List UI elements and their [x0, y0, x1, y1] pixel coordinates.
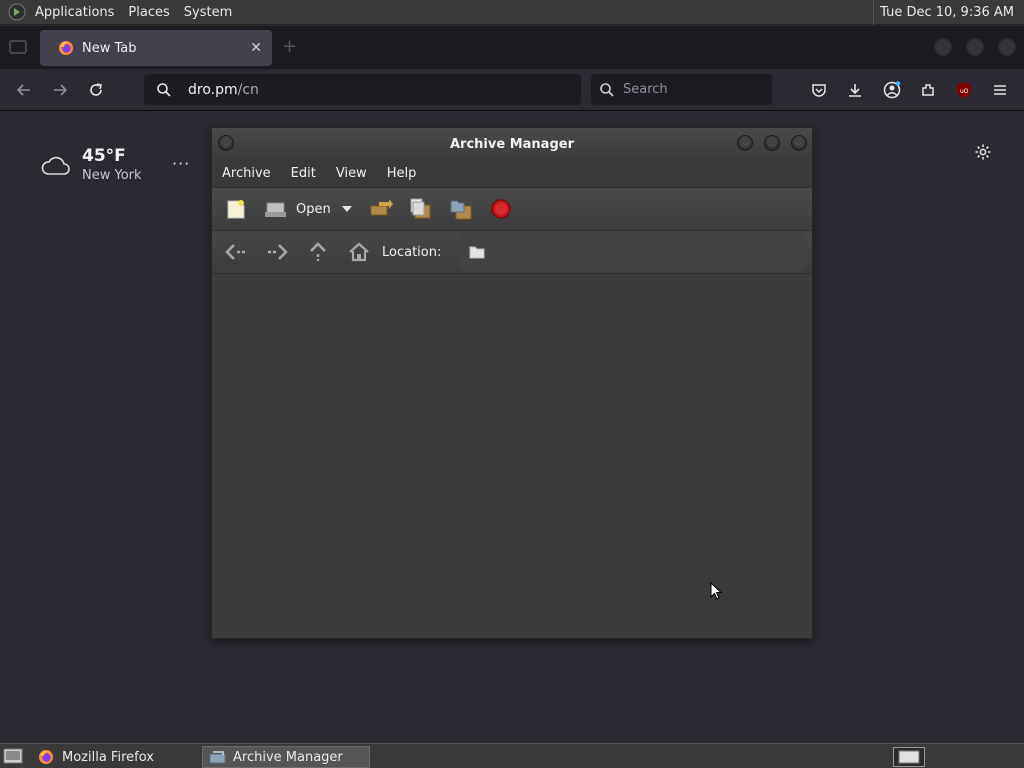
taskbar-archive-label: Archive Manager — [233, 749, 343, 765]
maximize-icon[interactable] — [764, 135, 780, 151]
add-files-icon[interactable] — [407, 195, 435, 223]
open-dropdown-icon[interactable] — [339, 195, 355, 223]
search-icon — [156, 82, 172, 98]
weather-widget[interactable]: 45°F New York — [40, 146, 142, 183]
weather-temp: 45°F — [82, 146, 126, 166]
menu-help[interactable]: Help — [381, 166, 423, 181]
tab-close-icon[interactable]: ✕ — [250, 40, 262, 56]
svg-text:uO: uO — [960, 88, 969, 95]
archive-manager-location-bar: Location: — [212, 230, 812, 274]
forward-icon[interactable] — [49, 79, 71, 101]
location-label: Location: — [382, 244, 442, 260]
weather-more-button[interactable]: ··· — [172, 154, 190, 173]
pocket-icon[interactable] — [808, 79, 830, 101]
back-icon[interactable] — [13, 79, 35, 101]
url-bar[interactable]: dro.pm/cn — [144, 74, 581, 105]
archive-manager-icon — [209, 749, 227, 765]
applications-menu[interactable]: Applications — [28, 0, 121, 25]
account-icon[interactable] — [881, 79, 903, 101]
cloud-icon — [40, 154, 70, 183]
stop-icon[interactable] — [487, 195, 515, 223]
gnome-foot-icon[interactable] — [6, 0, 28, 25]
downloads-icon[interactable] — [844, 79, 866, 101]
open-button[interactable]: Open — [296, 202, 331, 217]
firefox-view-icon[interactable] — [8, 38, 28, 56]
open-archive-icon[interactable] — [262, 195, 290, 223]
tab-new-tab[interactable]: New Tab ✕ — [40, 30, 272, 66]
archive-manager-toolbar: Open — [212, 187, 812, 230]
taskbar-archive-manager[interactable]: Archive Manager — [202, 746, 370, 768]
taskbar-firefox-label: Mozilla Firefox — [62, 749, 154, 765]
extensions-icon[interactable] — [917, 79, 939, 101]
show-desktop-icon[interactable] — [3, 747, 23, 765]
home-icon[interactable] — [345, 238, 373, 266]
add-folder-icon[interactable] — [447, 195, 475, 223]
tab-title: New Tab — [82, 40, 137, 56]
extract-icon[interactable] — [367, 195, 395, 223]
taskbar-firefox[interactable]: Mozilla Firefox — [32, 746, 198, 768]
new-archive-button[interactable] — [222, 195, 250, 223]
workspace-switcher[interactable] — [893, 747, 925, 767]
archive-manager-titlebar[interactable]: Archive Manager — [212, 128, 812, 160]
minimize-icon[interactable] — [934, 38, 952, 56]
folder-icon — [469, 245, 485, 259]
search-bar[interactable]: Search — [591, 74, 772, 105]
menu-view[interactable]: View — [330, 166, 373, 181]
up-icon[interactable] — [304, 238, 332, 266]
archive-file-list[interactable] — [212, 275, 812, 638]
menu-edit[interactable]: Edit — [285, 166, 322, 181]
menu-archive[interactable]: Archive — [216, 166, 277, 181]
archive-manager-menubar: Archive Edit View Help — [212, 160, 812, 187]
system-menu[interactable]: System — [177, 0, 239, 25]
clock[interactable]: Tue Dec 10, 9:36 AM — [873, 0, 1020, 25]
top-panel: Applications Places System Tue Dec 10, 9… — [0, 0, 1024, 25]
maximize-icon[interactable] — [966, 38, 984, 56]
location-field[interactable] — [459, 232, 808, 272]
ublock-icon[interactable]: uO — [953, 79, 975, 101]
weather-city: New York — [82, 168, 142, 183]
firefox-logo-icon — [38, 749, 54, 765]
url-host: dro.pm — [188, 81, 238, 98]
url-path: /cn — [237, 81, 259, 98]
menu-icon[interactable] — [989, 79, 1011, 101]
forward-icon[interactable] — [263, 238, 291, 266]
search-icon — [599, 82, 615, 98]
firefox-logo-icon — [58, 40, 74, 56]
window-title: Archive Manager — [450, 136, 574, 152]
close-window-icon[interactable] — [998, 38, 1016, 56]
bottom-panel: Mozilla Firefox Archive Manager — [0, 743, 1024, 768]
firefox-navbar: dro.pm/cn Search uO — [0, 69, 1024, 111]
archive-manager-window: Archive Manager Archive Edit View Help O… — [211, 127, 813, 639]
back-icon[interactable] — [222, 238, 250, 266]
window-menu-icon[interactable] — [218, 135, 234, 151]
gear-icon[interactable] — [974, 143, 992, 161]
search-placeholder: Search — [623, 82, 668, 97]
mouse-cursor-icon — [710, 582, 722, 600]
minimize-icon[interactable] — [737, 135, 753, 151]
firefox-tabbar: New Tab ✕ + — [0, 26, 1024, 69]
places-menu[interactable]: Places — [121, 0, 176, 25]
close-icon[interactable] — [791, 135, 807, 151]
reload-icon[interactable] — [85, 79, 107, 101]
new-tab-icon[interactable]: + — [282, 36, 297, 57]
